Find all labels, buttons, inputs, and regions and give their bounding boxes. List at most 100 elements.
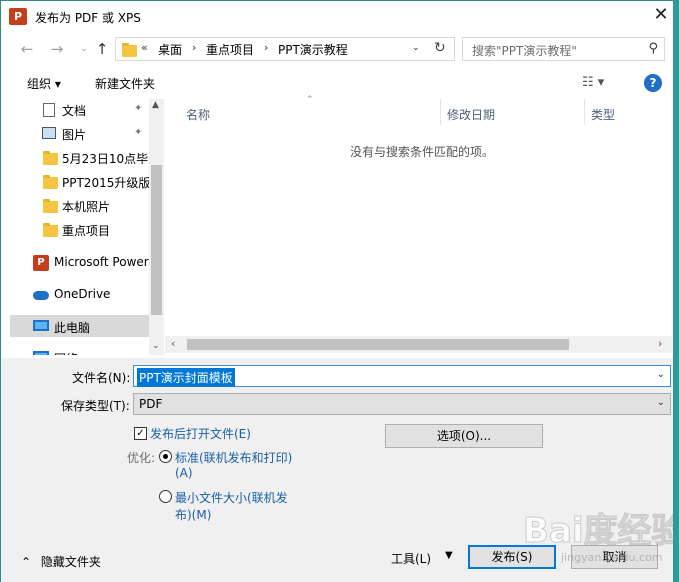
network-icon [33, 351, 49, 355]
picture-icon [42, 127, 56, 139]
standard-option-label-hotkey[interactable]: (A) [175, 466, 193, 480]
nav-item-onedrive[interactable]: OneDrive [10, 284, 149, 306]
nav-item-label: 本机照片 [62, 200, 111, 214]
chevron-up-icon: ⌃ [21, 555, 32, 569]
search-box[interactable]: 搜索"PPT演示教程" ⚲ [462, 37, 665, 61]
close-button[interactable]: ✕ [648, 4, 674, 28]
nav-item-this-pc[interactable]: 此电脑 [10, 315, 149, 337]
filename-label: 文件名(N): [72, 371, 131, 385]
chevron-down-icon[interactable]: ⌄ [657, 397, 665, 408]
chevron-down-icon[interactable]: ⌄ [412, 43, 420, 53]
search-input[interactable]: 搜索"PPT演示教程" [472, 42, 577, 59]
scroll-up-icon[interactable]: ▲ [152, 100, 159, 110]
nav-item-label: 网络 [54, 350, 78, 355]
scroll-right-icon[interactable]: › [658, 337, 662, 350]
options-button[interactable]: 选项(O)... [385, 424, 543, 448]
command-toolbar: 组织 ▾ 新建文件夹 ☷ ▾ ? [1, 67, 674, 99]
breadcrumb-desktop[interactable]: 桌面 [158, 41, 182, 58]
column-type[interactable]: 类型 [591, 106, 615, 123]
new-folder-button[interactable]: 新建文件夹 [95, 75, 155, 92]
column-modified-date[interactable]: 修改日期 [447, 106, 495, 123]
column-header-row: ⌃ 名称 修改日期 类型 [165, 95, 672, 125]
nav-item-label: PPT2015升级版 [62, 176, 149, 190]
column-divider[interactable] [440, 99, 441, 125]
tools-dropdown-icon[interactable]: ▼ [445, 550, 453, 561]
refresh-icon[interactable]: ↻ [434, 40, 446, 56]
back-arrow-icon[interactable]: ← [17, 39, 37, 59]
nav-item-folder[interactable]: 本机照片 [10, 195, 149, 217]
hide-folders-toggle[interactable]: ⌃ 隐藏文件夹 [21, 553, 101, 570]
minimum-size-option-label-hotkey[interactable]: 布)(M) [175, 506, 211, 523]
forward-arrow-icon[interactable]: → [47, 39, 67, 59]
scroll-down-icon[interactable]: ⌄ [152, 341, 160, 351]
help-icon[interactable]: ? [644, 74, 662, 92]
address-bar[interactable]: « 桌面 › 重点项目 › PPT演示教程 ⌄ ↻ [115, 37, 455, 61]
scroll-left-icon[interactable]: ‹ [171, 337, 175, 350]
nav-item-label: 文档 [62, 104, 87, 118]
folder-icon [43, 175, 58, 189]
breadcrumb-key-projects[interactable]: 重点项目 [206, 41, 254, 58]
search-icon[interactable]: ⚲ [648, 41, 658, 56]
navigation-bar: ← → ⌄ ↑ « 桌面 › 重点项目 › PPT演示教程 ⌄ ↻ 搜索"PPT… [1, 32, 674, 66]
scrollbar-thumb[interactable] [151, 165, 162, 315]
minimum-size-radio[interactable] [159, 490, 172, 503]
watermark-url: jingyan.baidu.com [561, 551, 663, 564]
filename-field[interactable]: PPT演示封面模板 ⌄ [133, 365, 671, 387]
file-list: ⌃ 名称 修改日期 类型 没有与搜索条件匹配的项。 ‹ › [165, 95, 672, 355]
chevron-right-icon[interactable]: › [264, 41, 268, 54]
nav-item-network[interactable]: 网络 [10, 347, 149, 355]
hide-folders-label: 隐藏文件夹 [40, 555, 101, 569]
breadcrumb-ppt-tutorials[interactable]: PPT演示教程 [278, 41, 348, 58]
chevron-down-icon[interactable]: ⌄ [657, 369, 665, 380]
nav-item-label: 图片 [62, 128, 87, 142]
nav-item-documents[interactable]: 文档 ✦ [10, 99, 149, 121]
empty-message: 没有与搜索条件匹配的项。 [350, 145, 495, 159]
nav-item-folder[interactable]: 5月23日10点毕业 [10, 147, 149, 169]
scrollbar-thumb[interactable] [187, 339, 569, 350]
folder-icon [43, 223, 58, 237]
nav-item-label: 此电脑 [54, 321, 91, 335]
nav-item-label: 5月23日10点毕业 [62, 152, 149, 166]
tools-button[interactable]: 工具(L) [391, 550, 431, 567]
optimize-label: 优化: [127, 451, 156, 465]
publish-dialog: P 发布为 PDF 或 XPS ✕ ← → ⌄ ↑ « 桌面 › 重点项目 › … [0, 0, 679, 582]
window-accent-edge [673, 0, 679, 582]
save-type-label: 保存类型(T): [61, 399, 130, 413]
standard-radio[interactable] [159, 450, 172, 463]
view-options-icon[interactable]: ☷ ▾ [582, 75, 604, 90]
organize-button[interactable]: 组织 ▾ [27, 75, 61, 92]
powerpoint-icon: P [33, 255, 49, 271]
open-after-publish-label[interactable]: 发布后打开文件(E) [150, 425, 251, 442]
navigation-pane: 文档 ✦ 图片 ✦ 5月23日10点毕业 PPT2015升级版 本机照片 重点项… [10, 99, 149, 355]
watermark: Bai度经验 jingyan.baidu.com [523, 503, 679, 578]
nav-item-pictures[interactable]: 图片 ✦ [10, 123, 149, 145]
open-after-publish-checkbox[interactable]: ✓ [134, 427, 147, 440]
minimum-size-option-label[interactable]: 最小文件大小(联机发 [175, 489, 288, 506]
chevron-right-icon[interactable]: › [192, 41, 196, 54]
filename-value[interactable]: PPT演示封面模板 [137, 368, 235, 387]
folder-icon [122, 43, 137, 57]
nav-item-label: OneDrive [54, 287, 111, 301]
up-arrow-icon[interactable]: ↑ [92, 39, 112, 59]
recent-dropdown-icon[interactable]: ⌄ [74, 39, 94, 59]
nav-item-folder[interactable]: 重点项目 [10, 219, 149, 241]
folder-icon [43, 151, 58, 165]
address-overflow[interactable]: « [141, 41, 148, 54]
cloud-icon [33, 291, 49, 300]
nav-item-label: 重点项目 [62, 224, 111, 238]
save-type-value: PDF [139, 397, 163, 411]
watermark-logo: Bai度经验 [523, 511, 679, 552]
sort-caret-icon: ⌃ [306, 95, 314, 105]
nav-item-powerpoint[interactable]: P Microsoft PowerPoint [10, 252, 149, 274]
dialog-title: 发布为 PDF 或 XPS [35, 11, 141, 25]
title-bar: P 发布为 PDF 或 XPS ✕ [1, 1, 674, 32]
horizontal-scrollbar[interactable]: ‹ › [165, 336, 672, 353]
pin-icon: ✦ [134, 103, 143, 114]
nav-item-folder[interactable]: PPT2015升级版 [10, 171, 149, 193]
standard-option-label[interactable]: 标准(联机发布和打印) [175, 449, 292, 466]
save-type-select[interactable]: PDF ⌄ [133, 393, 671, 415]
column-name[interactable]: 名称 [186, 106, 210, 123]
column-divider[interactable] [584, 99, 585, 125]
nav-pane-scrollbar[interactable]: ▲ ⌄ [149, 99, 164, 355]
pin-icon: ✦ [134, 127, 143, 138]
